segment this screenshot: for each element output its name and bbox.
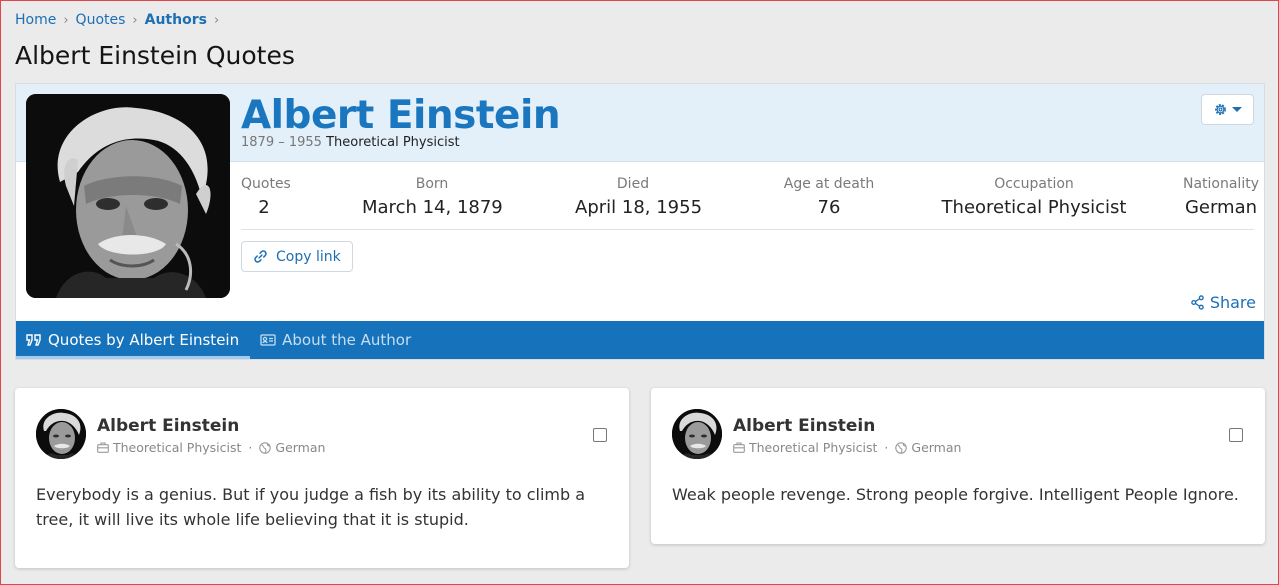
- stat-value: April 18, 1955: [575, 197, 703, 218]
- stat-value: Theoretical Physicist: [941, 197, 1127, 218]
- chevron-down-icon: [1232, 107, 1242, 112]
- breadcrumb-authors[interactable]: Authors: [145, 12, 207, 28]
- author-years: 1879 – 1955: [241, 135, 322, 150]
- stat-label: Age at death: [783, 176, 875, 192]
- quote-author-name[interactable]: Albert Einstein: [97, 416, 239, 436]
- quote-author-occupation: Theoretical Physicist: [749, 440, 878, 455]
- stat-died: Died April 18, 1955: [575, 176, 703, 218]
- page-title: Albert Einstein Quotes: [15, 41, 295, 70]
- quote-select-checkbox[interactable]: [1229, 428, 1243, 442]
- author-tabs: Quotes by Albert Einstein About the Auth…: [16, 321, 1264, 359]
- share-label: Share: [1209, 293, 1256, 312]
- tab-about-author[interactable]: About the Author: [250, 321, 422, 359]
- id-card-icon: [260, 334, 276, 346]
- tab-quotes-label: Quotes by Albert Einstein: [48, 331, 240, 349]
- author-occupation: Theoretical Physicist: [326, 135, 460, 150]
- chevron-right-icon: ›: [63, 12, 69, 28]
- tab-about-label: About the Author: [282, 331, 412, 349]
- breadcrumb: Home › Quotes › Authors ›: [15, 12, 226, 28]
- quote-author-nationality: German: [275, 440, 326, 455]
- briefcase-icon: [97, 442, 109, 453]
- quote-select-checkbox[interactable]: [593, 428, 607, 442]
- link-icon: [254, 250, 267, 263]
- quote-author-meta: Theoretical Physicist · German: [97, 440, 325, 455]
- author-options-button[interactable]: [1201, 94, 1254, 125]
- chevron-right-icon: ›: [213, 12, 220, 28]
- stat-label: Nationality: [1182, 176, 1259, 192]
- stat-label: Died: [616, 176, 650, 192]
- globe-icon: [259, 441, 272, 454]
- author-name: Albert Einstein: [241, 93, 561, 138]
- quote-icon: [26, 334, 41, 346]
- quote-text: Everybody is a genius. But if you judge …: [36, 485, 586, 529]
- globe-icon: [895, 441, 908, 454]
- quote-text: Weak people revenge. Strong people forgi…: [672, 485, 1239, 504]
- stat-value: 76: [817, 197, 841, 218]
- stat-age-at-death: Age at death 76: [763, 176, 895, 218]
- gear-icon: [1215, 104, 1226, 115]
- share-button[interactable]: Share: [1190, 293, 1256, 312]
- quote-card: Albert Einstein Theoretical Physicist · …: [651, 388, 1265, 544]
- stat-nationality: Nationality German: [1171, 176, 1271, 218]
- quote-card: Albert Einstein Theoretical Physicist · …: [15, 388, 629, 568]
- quote-author-nationality: German: [911, 440, 962, 455]
- author-stats: Quotes 2 Born March 14, 1879 Died April …: [241, 176, 1259, 230]
- author-lifespan: 1879 – 1955 Theoretical Physicist: [241, 135, 460, 150]
- avatar[interactable]: [672, 409, 722, 459]
- separator-dot: ·: [884, 440, 889, 455]
- stat-label: Quotes: [241, 176, 291, 192]
- stat-quotes: Quotes 2: [241, 176, 291, 218]
- breadcrumb-quotes[interactable]: Quotes: [76, 12, 126, 28]
- author-photo: [26, 94, 230, 298]
- quote-author-occupation: Theoretical Physicist: [113, 440, 242, 455]
- breadcrumb-home[interactable]: Home: [15, 12, 56, 28]
- separator-dot: ·: [248, 440, 253, 455]
- stat-occupation: Occupation Theoretical Physicist: [934, 176, 1134, 218]
- stat-value: 2: [258, 197, 270, 218]
- quote-author-meta: Theoretical Physicist · German: [733, 440, 961, 455]
- stat-label: Occupation: [994, 176, 1074, 192]
- chevron-right-icon: ›: [132, 12, 138, 28]
- copy-link-button[interactable]: Copy link: [241, 241, 353, 272]
- avatar[interactable]: [36, 409, 86, 459]
- stat-value: German: [1184, 197, 1258, 218]
- briefcase-icon: [733, 442, 745, 453]
- tab-quotes[interactable]: Quotes by Albert Einstein: [16, 321, 251, 359]
- quote-author-name[interactable]: Albert Einstein: [733, 416, 875, 436]
- stat-label: Born: [415, 176, 449, 192]
- stat-born: Born March 14, 1879: [362, 176, 503, 218]
- copy-link-label: Copy link: [276, 248, 341, 265]
- share-icon: [1191, 295, 1204, 310]
- author-profile-card: Albert Einstein 1879 – 1955 Theoretical …: [15, 83, 1265, 360]
- stat-value: March 14, 1879: [362, 197, 503, 218]
